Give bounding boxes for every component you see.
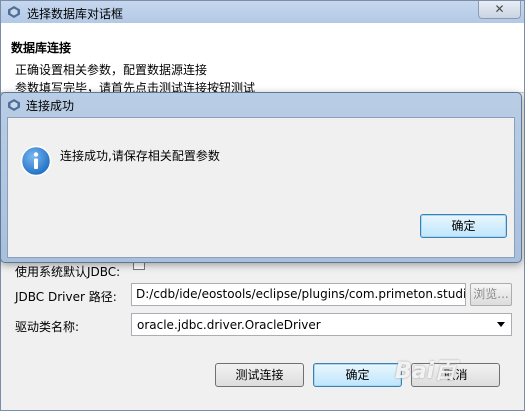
ok-button[interactable]: 确定 — [313, 363, 402, 387]
message-body: 连接成功,请保存相关配置参数 确定 — [7, 117, 515, 258]
message-ok-button[interactable]: 确定 — [420, 214, 507, 238]
connection-success-dialog: 连接成功 连接成功,请保存相关配置参数 确定 — [0, 92, 522, 263]
message-title-bar[interactable]: 连接成功 — [1, 93, 521, 117]
message-text: 连接成功,请保存相关配置参数 — [60, 149, 220, 163]
watermark-logo: Bai百 — [395, 359, 457, 384]
driver-class-select[interactable]: oracle.jdbc.driver.OracleDriver — [131, 313, 512, 336]
dialog-header: 数据库连接 正确设置相关参数，配置数据源连接 参数填写完毕，请首先点击测试连接按… — [1, 23, 524, 95]
header-description-line1: 正确设置相关参数，配置数据源连接 — [15, 63, 208, 77]
use-default-jdbc-checkbox[interactable] — [133, 262, 145, 270]
jdbc-path-input[interactable]: D:/cdb/ide/eostools/eclipse/plugins/com.… — [131, 283, 466, 306]
close-button[interactable]: ✕ — [478, 1, 521, 19]
chevron-down-icon — [497, 322, 505, 327]
jdbc-path-label: JDBC Driver 路径: — [15, 290, 117, 304]
browse-button[interactable]: 浏览... — [470, 283, 512, 306]
driver-class-label: 驱动类名称: — [15, 320, 80, 334]
info-icon — [20, 145, 52, 177]
dialog-title: 选择数据库对话框 — [27, 7, 124, 21]
eclipse-app-icon — [7, 5, 21, 19]
driver-class-value: oracle.jdbc.driver.OracleDriver — [137, 318, 321, 332]
use-default-jdbc-label: 使用系统默认JDBC: — [15, 265, 121, 279]
test-connection-button[interactable]: 测试连接 — [215, 363, 304, 387]
message-title: 连接成功 — [26, 99, 75, 113]
header-title: 数据库连接 — [11, 41, 72, 55]
dialog-title-bar[interactable]: 选择数据库对话框 ✕ — [1, 1, 524, 23]
eclipse-app-icon — [7, 98, 21, 112]
